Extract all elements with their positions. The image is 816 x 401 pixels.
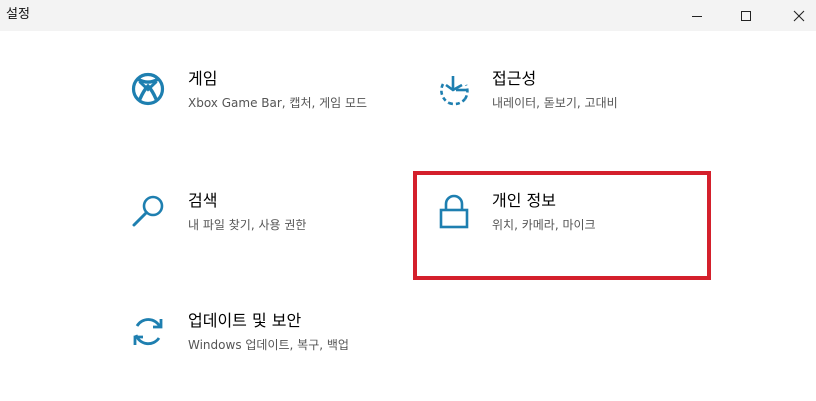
maximize-icon bbox=[741, 10, 751, 21]
close-icon bbox=[793, 10, 805, 21]
window-title: 설정 bbox=[6, 7, 30, 22]
settings-tile-update-security[interactable]: 업데이트 및 보안 Windows 업데이트, 복구, 백업 bbox=[131, 311, 391, 394]
xbox-icon bbox=[131, 72, 171, 112]
tile-description: 위치, 카메라, 마이크 bbox=[492, 218, 596, 232]
close-button[interactable] bbox=[776, 0, 816, 31]
search-icon bbox=[131, 194, 171, 234]
minimize-icon bbox=[692, 15, 702, 17]
tile-title: 게임 bbox=[188, 69, 218, 88]
tile-title: 업데이트 및 보안 bbox=[188, 311, 302, 330]
tile-description: Xbox Game Bar, 캡처, 게임 모드 bbox=[188, 96, 368, 110]
ease-of-access-icon bbox=[435, 72, 475, 112]
title-bar: 설정 bbox=[0, 0, 816, 31]
settings-tile-ease-of-access[interactable]: 접근성 내레이터, 돋보기, 고대비 bbox=[435, 69, 695, 152]
maximize-button[interactable] bbox=[723, 0, 769, 31]
tile-title: 접근성 bbox=[492, 69, 537, 88]
tile-description: 내 파일 찾기, 사용 권한 bbox=[188, 218, 307, 232]
tile-description: Windows 업데이트, 복구, 백업 bbox=[188, 338, 349, 352]
tile-title: 개인 정보 bbox=[492, 191, 556, 210]
minimize-button[interactable] bbox=[674, 0, 720, 31]
settings-tile-search[interactable]: 검색 내 파일 찾기, 사용 권한 bbox=[131, 191, 391, 274]
settings-tile-privacy[interactable]: 개인 정보 위치, 카메라, 마이크 bbox=[435, 191, 695, 274]
sync-icon bbox=[131, 314, 171, 354]
lock-icon bbox=[435, 194, 475, 234]
tile-description: 내레이터, 돋보기, 고대비 bbox=[492, 96, 618, 110]
tile-title: 검색 bbox=[188, 191, 218, 210]
settings-tile-gaming[interactable]: 게임 Xbox Game Bar, 캡처, 게임 모드 bbox=[131, 69, 391, 152]
